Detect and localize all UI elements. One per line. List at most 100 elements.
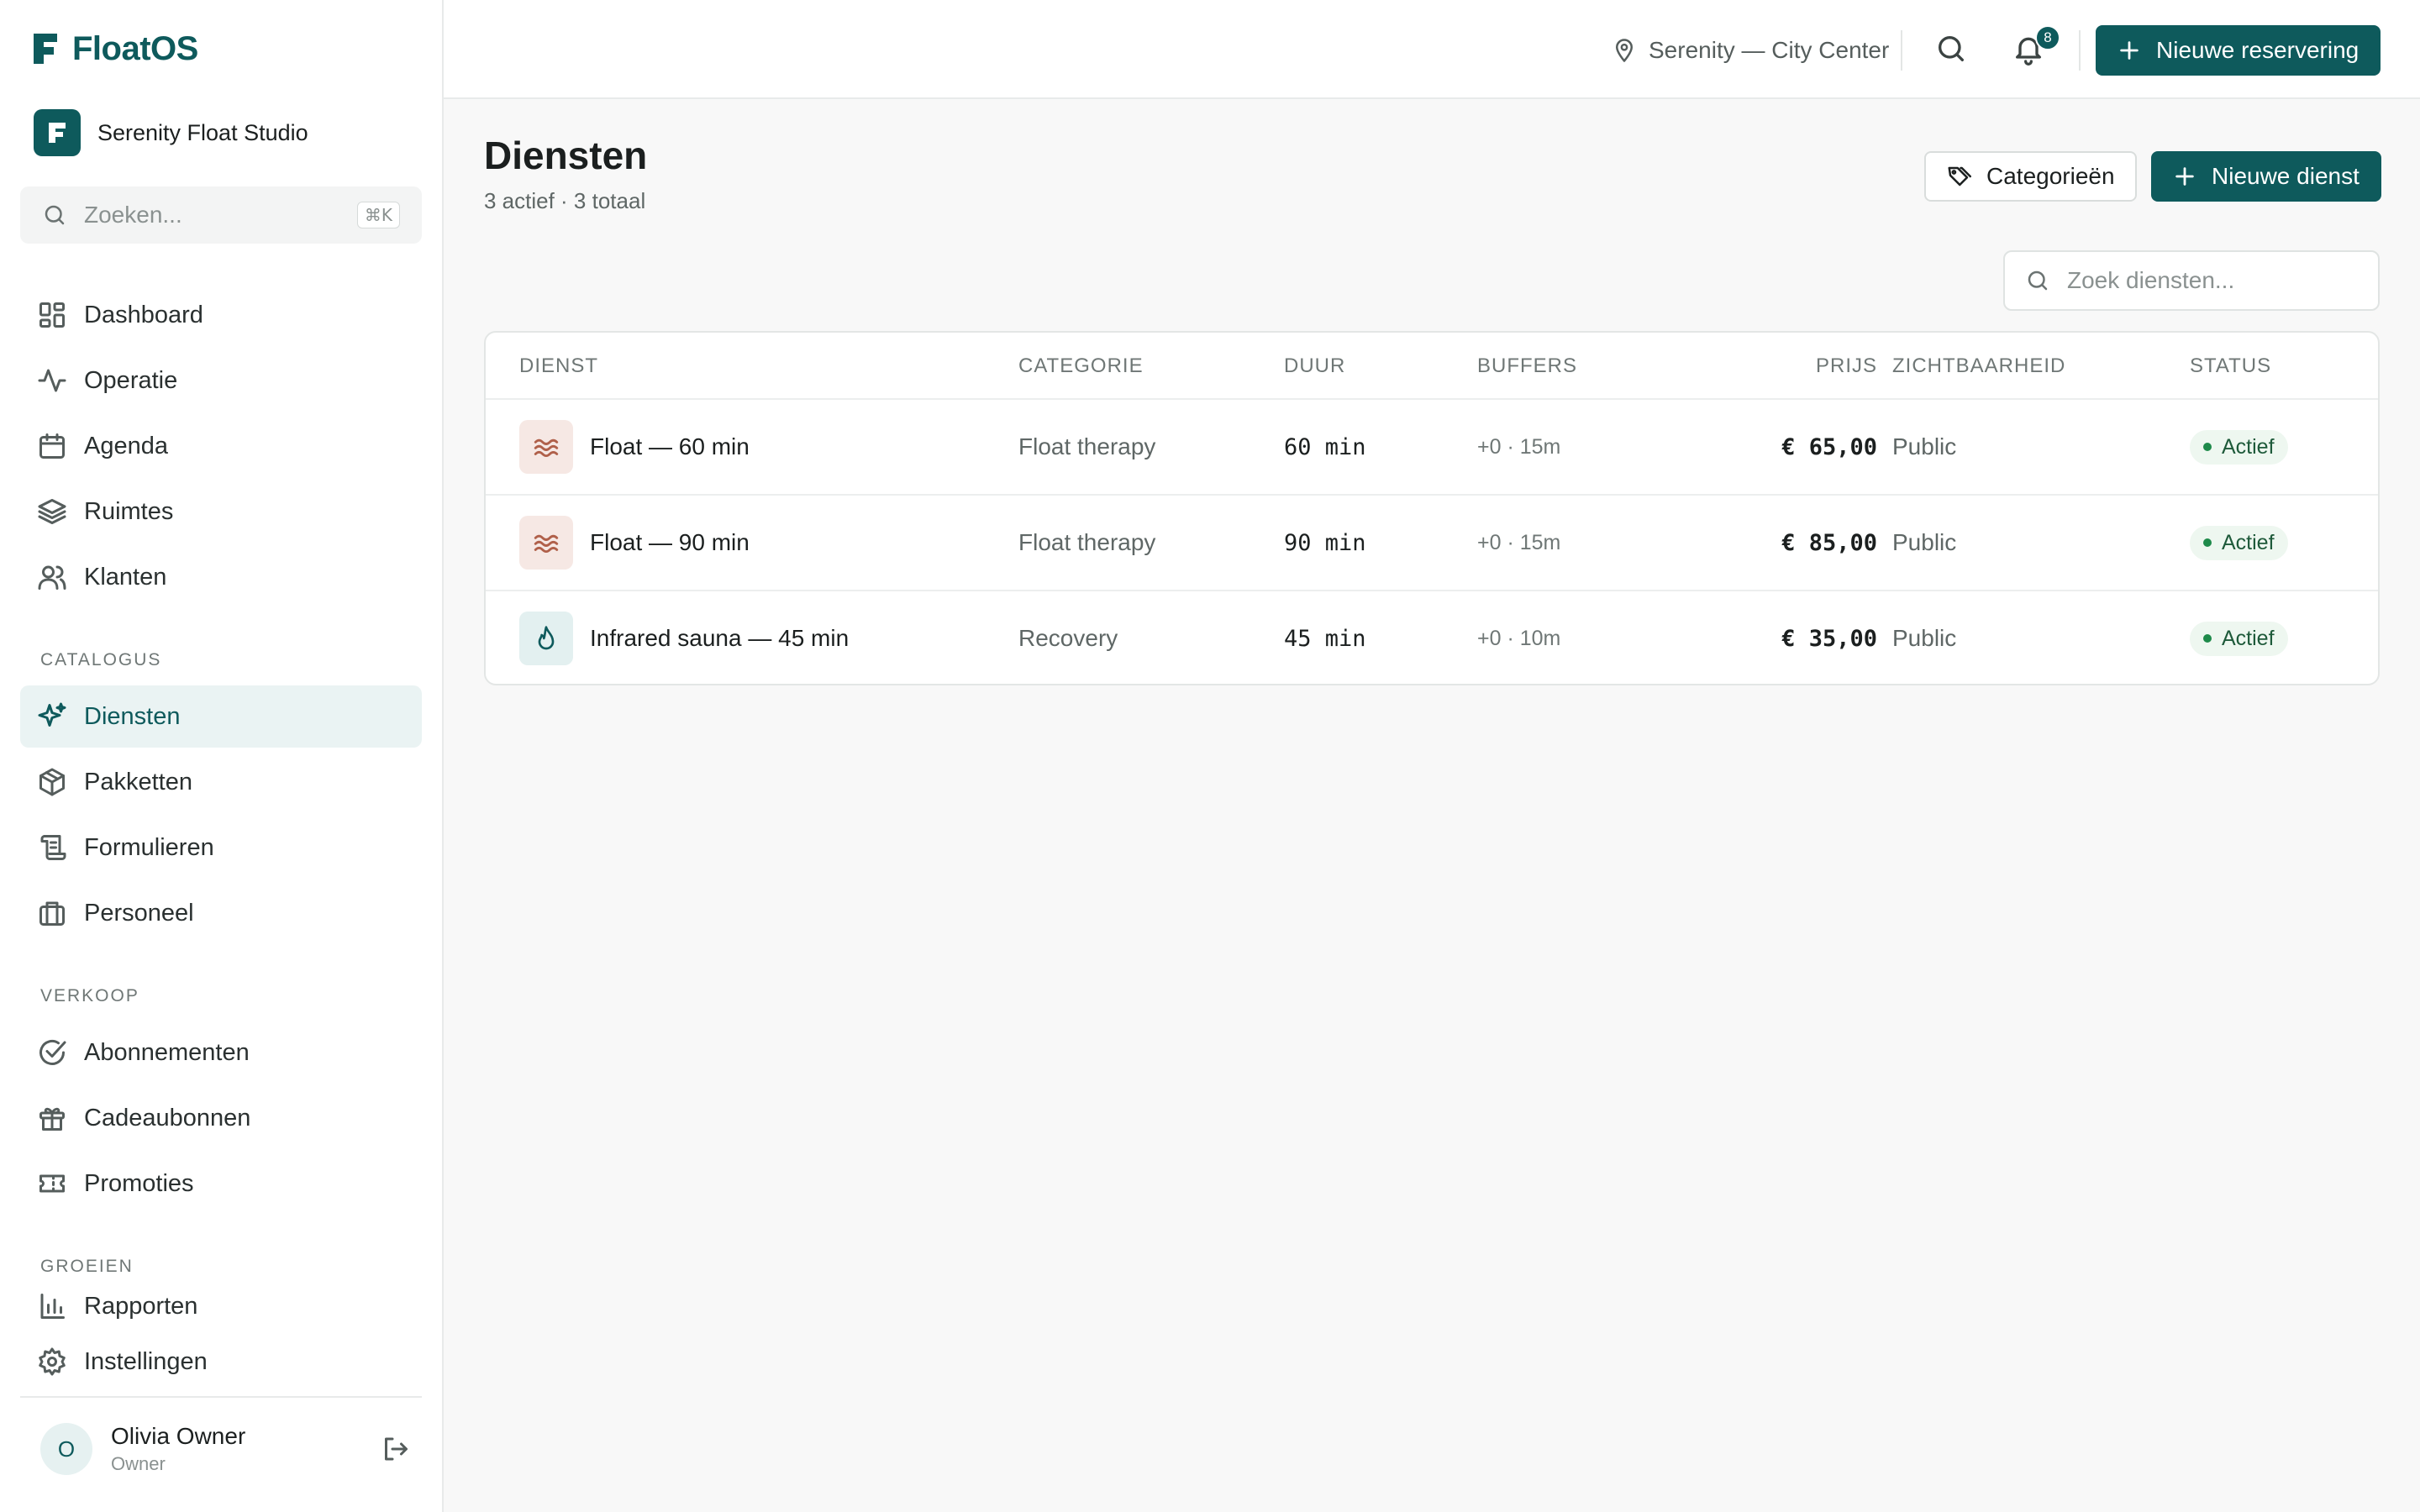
category-cell: Recovery — [1018, 625, 1118, 651]
sidebar-item-label: Operatie — [84, 366, 178, 394]
scroll-icon — [37, 832, 67, 863]
service-search-input[interactable]: Zoek diensten... — [2003, 250, 2380, 311]
sidebar-item-cadeaubonnen[interactable]: Cadeaubonnen — [20, 1087, 422, 1149]
duration-cell: 45 min — [1284, 625, 1366, 652]
user-name: Olivia Owner — [111, 1423, 246, 1449]
package-icon — [37, 767, 67, 797]
new-booking-button[interactable]: Nieuwe reservering — [2096, 25, 2381, 76]
layers-icon — [37, 496, 67, 527]
sidebar-item-label: Formulieren — [84, 833, 214, 861]
buffers-cell: +0 · 15m — [1477, 530, 1561, 554]
sidebar-item-label: Rapporten — [84, 1294, 198, 1320]
sidebar-item-agenda[interactable]: Agenda — [20, 415, 422, 477]
section-label-groeien: GROEIEN — [40, 1257, 134, 1276]
search-button[interactable] — [1934, 32, 1968, 66]
sparkles-icon — [37, 701, 67, 732]
sidebar-scroll-region[interactable]: Rapporten — [0, 1294, 444, 1331]
dashboard-icon — [37, 300, 67, 330]
status-cell: Actief — [2190, 400, 2288, 494]
sidebar-item-instellingen[interactable]: Instellingen — [20, 1331, 422, 1393]
activity-icon — [37, 365, 67, 396]
flame-icon — [519, 612, 573, 665]
column-header-visibility[interactable]: ZICHTBAARHEID — [1892, 354, 2065, 378]
sidebar-item-promoties[interactable]: Promoties — [20, 1152, 422, 1215]
sidebar-item-label: Pakketten — [84, 768, 192, 795]
status-cell: Actief — [2190, 496, 2288, 590]
table-row[interactable]: Float — 60 min Float therapy 60 min +0 ·… — [486, 398, 2378, 494]
sidebar-item-label: Personeel — [84, 899, 194, 927]
status-dot — [2203, 538, 2212, 547]
status-dot — [2203, 443, 2212, 451]
floatos-logo-icon — [32, 32, 59, 66]
table-row[interactable]: Float — 90 min Float therapy 90 min +0 ·… — [486, 494, 2378, 590]
notification-badge: 8 — [2035, 25, 2060, 50]
location-selector[interactable]: Serenity — City Center — [1612, 32, 1889, 69]
status-label: Actief — [2222, 626, 2275, 650]
gift-icon — [37, 1103, 67, 1133]
new-service-button[interactable]: Nieuwe dienst — [2151, 151, 2381, 202]
ticket-icon — [37, 1168, 67, 1199]
search-icon — [1934, 32, 1968, 66]
sidebar-item-label: Instellingen — [84, 1347, 208, 1375]
sidebar-item-abonnementen[interactable]: Abonnementen — [20, 1021, 422, 1084]
sidebar-item-personeel[interactable]: Personeel — [20, 882, 422, 944]
search-icon — [42, 202, 67, 228]
sidebar-item-ruimtes[interactable]: Ruimtes — [20, 480, 422, 543]
service-cell: Float — 60 min — [519, 400, 750, 494]
new-booking-label: Nieuwe reservering — [2156, 37, 2360, 63]
column-header-status[interactable]: STATUS — [2190, 354, 2271, 378]
status-label: Actief — [2222, 434, 2275, 459]
visibility-cell: Public — [1892, 433, 1957, 459]
status-cell: Actief — [2190, 591, 2288, 684]
status-badge: Actief — [2190, 525, 2288, 560]
column-header-price[interactable]: PRIJS — [1797, 354, 1877, 378]
sidebar-item-pakketten[interactable]: Pakketten — [20, 751, 422, 813]
search-icon — [2025, 268, 2050, 293]
sidebar-item-label: Klanten — [84, 563, 167, 591]
org-logo-icon — [34, 109, 81, 156]
sidebar-item-label: Cadeaubonnen — [84, 1104, 251, 1131]
column-header-service[interactable]: DIENST — [519, 354, 598, 378]
plus-icon — [2173, 165, 2196, 188]
sidebar-item-label: Abonnementen — [84, 1038, 250, 1066]
column-header-buffers[interactable]: BUFFERS — [1477, 354, 1577, 378]
brand-name: FloatOS — [72, 29, 198, 67]
user-menu[interactable]: O Olivia Owner Owner — [40, 1420, 410, 1478]
price-cell: € 65,00 — [1781, 433, 1877, 460]
sidebar-item-label: Agenda — [84, 432, 168, 459]
sidebar-item-label: Ruimtes — [84, 497, 174, 525]
calendar-icon — [37, 431, 67, 461]
sidebar-item-diensten[interactable]: Diensten — [20, 685, 422, 748]
price-cell: € 85,00 — [1781, 529, 1877, 556]
sidebar-item-dashboard[interactable]: Dashboard — [20, 284, 422, 346]
tags-icon — [1946, 164, 1971, 189]
notifications-button[interactable]: 8 — [2012, 25, 2060, 66]
sidebar-item-formulieren[interactable]: Formulieren — [20, 816, 422, 879]
org-name: Serenity Float Studio — [97, 119, 308, 145]
check-circle-icon — [37, 1037, 67, 1068]
column-header-duration[interactable]: DUUR — [1284, 354, 1345, 378]
section-label-catalogus: CATALOGUS — [40, 650, 162, 669]
buffers-cell: +0 · 15m — [1477, 434, 1561, 459]
table-row[interactable]: Infrared sauna — 45 min Recovery 45 min … — [486, 590, 2378, 684]
briefcase-icon — [37, 898, 67, 928]
users-icon — [37, 562, 67, 592]
service-search-placeholder: Zoek diensten... — [2067, 267, 2235, 293]
sidebar-item-operatie[interactable]: Operatie — [20, 349, 422, 412]
sidebar-item-klanten[interactable]: Klanten — [20, 546, 422, 608]
service-cell: Infrared sauna — 45 min — [519, 591, 849, 684]
gear-icon — [37, 1347, 67, 1377]
status-dot — [2203, 634, 2212, 643]
sidebar: FloatOS Serenity Float Studio Zoeken... … — [0, 0, 444, 1512]
plus-icon — [2118, 39, 2141, 62]
brand[interactable]: FloatOS — [32, 30, 198, 67]
logout-icon[interactable] — [380, 1434, 410, 1464]
avatar: O — [40, 1423, 92, 1475]
column-header-category[interactable]: CATEGORIE — [1018, 354, 1144, 378]
org-switcher[interactable]: Serenity Float Studio — [34, 109, 308, 156]
categories-button[interactable]: Categorieën — [1924, 151, 2137, 202]
price-cell: € 35,00 — [1781, 625, 1877, 652]
sidebar-search[interactable]: Zoeken... ⌘K — [20, 186, 422, 244]
map-pin-icon — [1612, 38, 1637, 63]
sidebar-item-rapporten[interactable]: Rapporten — [20, 1294, 422, 1331]
